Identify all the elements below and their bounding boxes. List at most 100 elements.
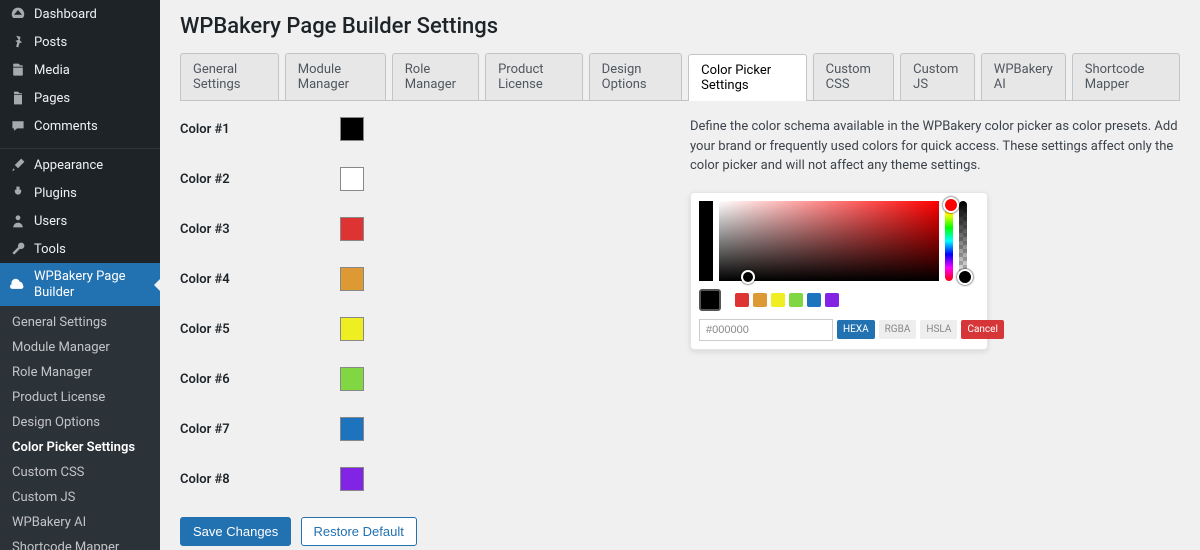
description-text: Define the color schema available in the… (690, 117, 1180, 176)
color-label: Color #5 (180, 322, 340, 337)
sidebar-item-label: Comments (34, 119, 98, 134)
sidebar-item-label: WPBakery Page Builder (34, 269, 150, 300)
sidebar-item-label: Media (34, 63, 70, 78)
sidebar-item-pages[interactable]: Pages (0, 84, 160, 112)
picker-preset-1[interactable] (735, 293, 749, 307)
color-swatch-2[interactable] (340, 167, 364, 191)
picker-format-hsla[interactable]: HSLA (920, 320, 957, 339)
alpha-handle[interactable] (957, 269, 973, 285)
page-icon (10, 90, 26, 106)
color-swatch-3[interactable] (340, 217, 364, 241)
color-swatch-6[interactable] (340, 367, 364, 391)
sidebar-item-tools[interactable]: Tools (0, 235, 160, 263)
picker-hue-slider[interactable] (945, 201, 953, 281)
color-label: Color #7 (180, 422, 340, 437)
picker-preset-5[interactable] (807, 293, 821, 307)
brush-icon (10, 157, 26, 173)
sidebar-item-label: Dashboard (34, 7, 97, 22)
dashboard-icon (10, 6, 26, 22)
sidebar-item-label: Plugins (34, 186, 77, 201)
picker-hex-input[interactable] (699, 319, 833, 341)
picker-presets (699, 289, 979, 311)
tab-custom-css[interactable]: Custom CSS (813, 53, 895, 100)
picker-preset-6[interactable] (825, 293, 839, 307)
color-swatch-5[interactable] (340, 317, 364, 341)
color-swatch-4[interactable] (340, 267, 364, 291)
submenu-item-color-picker-settings[interactable]: Color Picker Settings (0, 435, 160, 460)
picker-preview-strip (699, 201, 713, 281)
color-row-3: Color #3 (180, 217, 660, 241)
sidebar-item-posts[interactable]: Posts (0, 28, 160, 56)
submenu-item-design-options[interactable]: Design Options (0, 410, 160, 435)
submenu-item-product-license[interactable]: Product License (0, 385, 160, 410)
page-title: WPBakery Page Builder Settings (180, 14, 1180, 39)
sidebar-item-label: Pages (34, 91, 70, 106)
picker-preset-2[interactable] (753, 293, 767, 307)
tab-product-license[interactable]: Product License (485, 53, 583, 100)
color-picker: HEXA RGBA HSLA Cancel (690, 192, 988, 350)
picker-preset-3[interactable] (771, 293, 785, 307)
sidebar-submenu: General SettingsModule ManagerRole Manag… (0, 306, 160, 550)
color-row-7: Color #7 (180, 417, 660, 441)
picker-alpha-slider[interactable] (959, 201, 967, 281)
admin-sidebar: Dashboard Posts Media Pages Comments Appearan… (0, 0, 160, 550)
color-label: Color #8 (180, 472, 340, 487)
picker-format-rgba[interactable]: RGBA (879, 320, 917, 339)
color-label: Color #4 (180, 272, 340, 287)
cloud-icon (10, 277, 26, 293)
color-label: Color #3 (180, 222, 340, 237)
sidebar-item-users[interactable]: Users (0, 207, 160, 235)
picker-current-swatch (699, 289, 721, 311)
color-row-2: Color #2 (180, 167, 660, 191)
color-rows: Color #1 Color #2 Color #3 Color #4 Color #5… (180, 117, 660, 546)
wrench-icon (10, 241, 26, 257)
sidebar-item-label: Tools (34, 242, 66, 257)
user-icon (10, 213, 26, 229)
picker-saturation-area[interactable] (719, 201, 939, 281)
media-icon (10, 62, 26, 78)
picker-cancel[interactable]: Cancel (961, 320, 1003, 339)
tab-general-settings[interactable]: General Settings (180, 53, 279, 100)
tab-wpbakery-ai[interactable]: WPBakery AI (981, 53, 1066, 100)
sidebar-item-label: Posts (34, 35, 67, 50)
tab-color-picker-settings[interactable]: Color Picker Settings (688, 54, 807, 101)
submenu-item-role-manager[interactable]: Role Manager (0, 360, 160, 385)
color-swatch-7[interactable] (340, 417, 364, 441)
color-label: Color #6 (180, 372, 340, 387)
picker-preset-4[interactable] (789, 293, 803, 307)
picker-format-hexa[interactable]: HEXA (837, 320, 875, 339)
color-swatch-1[interactable] (340, 117, 364, 141)
tabs-nav: General SettingsModule ManagerRole Manag… (180, 53, 1180, 101)
save-button[interactable]: Save Changes (180, 517, 291, 546)
tab-shortcode-mapper[interactable]: Shortcode Mapper (1072, 53, 1180, 100)
restore-button[interactable]: Restore Default (301, 517, 417, 546)
sidebar-item-comments[interactable]: Comments (0, 112, 160, 140)
submenu-item-custom-css[interactable]: Custom CSS (0, 460, 160, 485)
submenu-item-wpbakery-ai[interactable]: WPBakery AI (0, 510, 160, 535)
color-row-4: Color #4 (180, 267, 660, 291)
color-row-5: Color #5 (180, 317, 660, 341)
main-content: WPBakery Page Builder Settings General S… (160, 0, 1200, 550)
color-label: Color #2 (180, 172, 340, 187)
tab-module-manager[interactable]: Module Manager (285, 53, 386, 100)
submenu-item-custom-js[interactable]: Custom JS (0, 485, 160, 510)
hue-handle[interactable] (943, 197, 959, 213)
tab-role-manager[interactable]: Role Manager (392, 53, 479, 100)
sidebar-item-label: Users (34, 214, 67, 229)
submenu-item-shortcode-mapper[interactable]: Shortcode Mapper (0, 535, 160, 550)
color-swatch-8[interactable] (340, 467, 364, 491)
sidebar-item-label: Appearance (34, 158, 103, 173)
pin-icon (10, 34, 26, 50)
sidebar-item-appearance[interactable]: Appearance (0, 151, 160, 179)
tab-custom-js[interactable]: Custom JS (900, 53, 975, 100)
sidebar-item-dashboard[interactable]: Dashboard (0, 0, 160, 28)
sidebar-item-wpbakery[interactable]: WPBakery Page Builder (0, 263, 160, 306)
submenu-item-general-settings[interactable]: General Settings (0, 310, 160, 335)
color-row-6: Color #6 (180, 367, 660, 391)
sidebar-item-media[interactable]: Media (0, 56, 160, 84)
color-row-1: Color #1 (180, 117, 660, 141)
color-label: Color #1 (180, 122, 340, 137)
submenu-item-module-manager[interactable]: Module Manager (0, 335, 160, 360)
tab-design-options[interactable]: Design Options (589, 53, 682, 100)
sidebar-item-plugins[interactable]: Plugins (0, 179, 160, 207)
